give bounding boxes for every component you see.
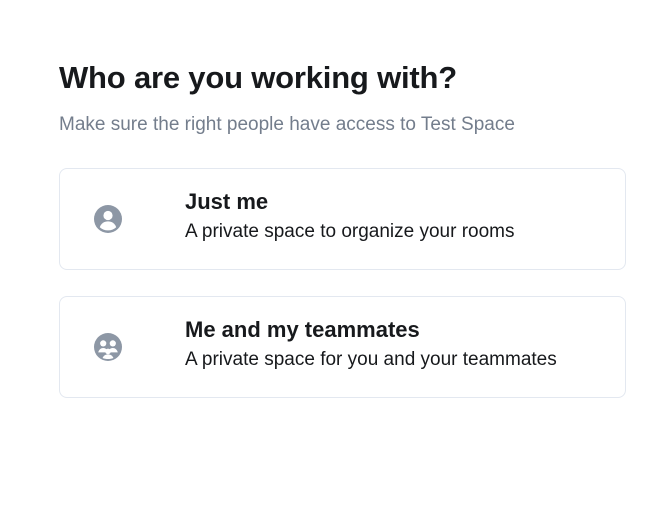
page-subtitle: Make sure the right people have access t… [59,114,515,135]
space-setup-dialog: Who are you working with? Make sure the … [59,58,626,424]
option-description: A private space for you and your teammat… [185,348,557,370]
option-text: Me and my teammates A private space for … [185,316,557,373]
option-title: Just me [185,188,269,214]
option-me-and-teammates[interactable]: Me and my teammates A private space for … [59,296,626,398]
page-title: Who are you working with? [59,60,458,95]
option-text: Just me A private space to organize your… [185,188,515,245]
option-description: A private space to organize your rooms [185,220,515,242]
group-icon [93,332,123,362]
option-just-me[interactable]: Just me A private space to organize your… [59,168,626,270]
options-list: Just me A private space to organize your… [59,168,626,398]
option-title: Me and my teammates [185,316,420,342]
user-icon [93,204,123,234]
